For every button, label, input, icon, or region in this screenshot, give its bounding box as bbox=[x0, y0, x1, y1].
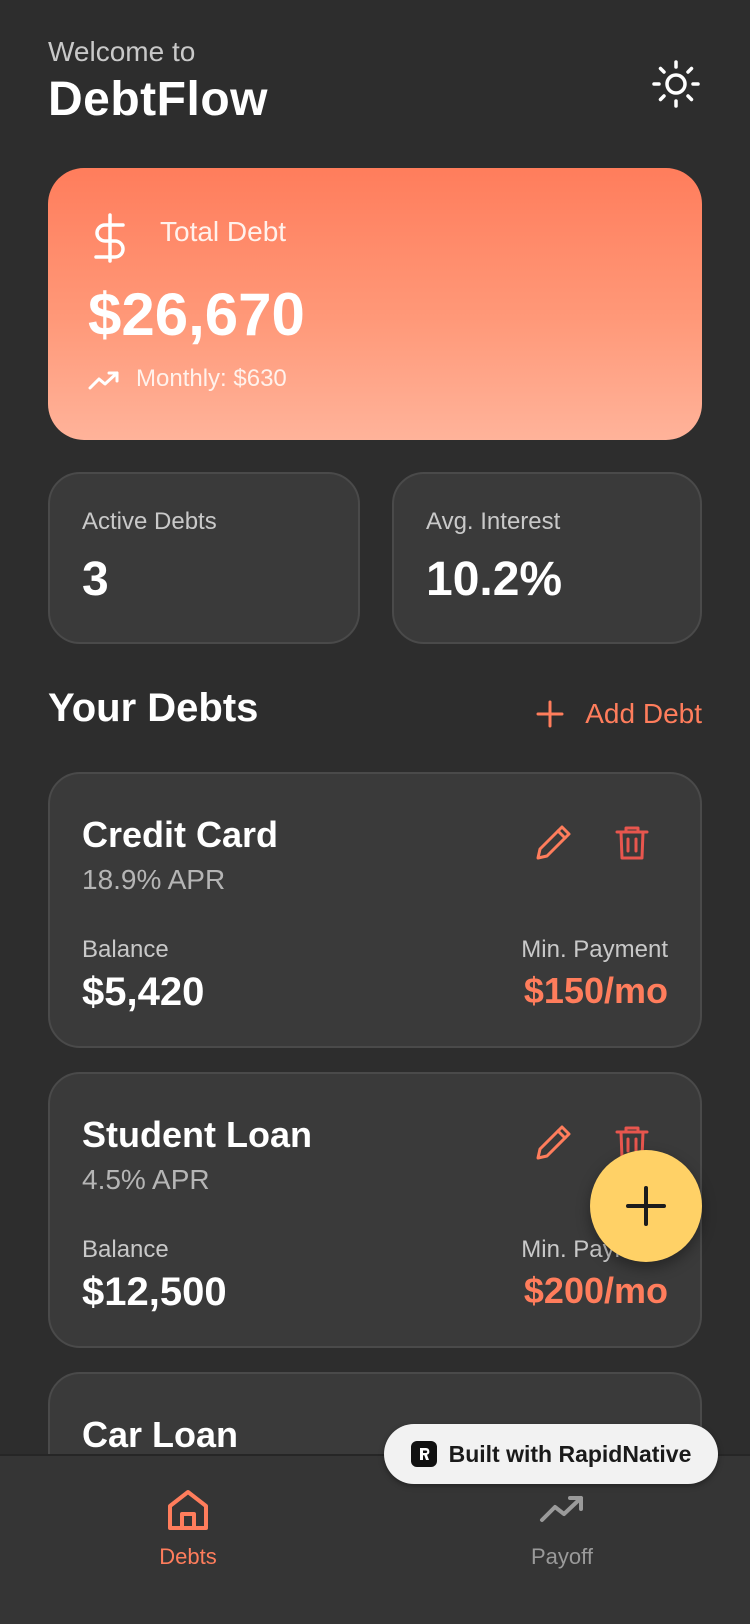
header: Welcome to DebtFlow bbox=[48, 34, 702, 134]
trash-icon bbox=[615, 826, 649, 860]
balance-label: Balance bbox=[82, 1236, 169, 1263]
plus-icon bbox=[536, 700, 564, 728]
debt-apr: 18.9% APR bbox=[82, 864, 226, 895]
debt-name: Car Loan bbox=[82, 1414, 239, 1455]
active-debts-label: Active Debts bbox=[82, 508, 217, 535]
total-debt-label: Total Debt bbox=[160, 216, 287, 247]
add-debt-label: Add Debt bbox=[585, 698, 702, 729]
tab-debts[interactable]: Debts bbox=[88, 1486, 288, 1570]
pencil-icon bbox=[536, 1125, 571, 1160]
balance-value: $12,500 bbox=[82, 1270, 227, 1314]
home-icon bbox=[168, 1490, 208, 1530]
debt-name: Credit Card bbox=[82, 814, 279, 855]
built-with-badge[interactable]: Built with RapidNative bbox=[384, 1424, 718, 1484]
dollar-icon bbox=[94, 213, 125, 263]
balance-value: $5,420 bbox=[82, 970, 205, 1014]
debt-card-credit-card[interactable]: Credit Card 18.9% APR Balance $5,420 Min… bbox=[48, 772, 702, 1048]
monthly-payment-text: Monthly: $630 bbox=[136, 365, 287, 392]
pencil-icon bbox=[536, 825, 571, 860]
your-debts-title: Your Debts bbox=[48, 686, 259, 730]
active-debts-card: Active Debts 3 bbox=[48, 472, 360, 644]
badge-text: Built with RapidNative bbox=[448, 1440, 692, 1467]
debt-name: Student Loan bbox=[82, 1114, 312, 1155]
avg-interest-value: 10.2% bbox=[426, 553, 563, 606]
min-payment-label: Min. Payment bbox=[521, 936, 668, 963]
min-payment-value: $200/mo bbox=[523, 1270, 668, 1311]
tab-debts-label: Debts bbox=[159, 1544, 217, 1569]
edit-debt-button[interactable] bbox=[534, 822, 574, 862]
app-title: DebtFlow bbox=[48, 73, 268, 126]
active-debts-value: 3 bbox=[82, 553, 109, 606]
sun-icon bbox=[652, 60, 700, 108]
welcome-text: Welcome to bbox=[48, 36, 196, 67]
balance-label: Balance bbox=[82, 936, 169, 963]
theme-toggle-button[interactable] bbox=[650, 58, 702, 110]
trending-up-icon bbox=[88, 371, 119, 390]
min-payment-value: $150/mo bbox=[523, 970, 668, 1011]
edit-debt-button[interactable] bbox=[534, 1122, 574, 1162]
total-debt-value: $26,670 bbox=[88, 281, 305, 348]
plus-icon bbox=[626, 1186, 666, 1226]
delete-debt-button[interactable] bbox=[612, 822, 652, 862]
rapidnative-logo-icon bbox=[410, 1441, 437, 1467]
trending-up-icon bbox=[540, 1496, 583, 1522]
add-debt-button[interactable]: Add Debt bbox=[535, 694, 702, 734]
avg-interest-card: Avg. Interest 10.2% bbox=[392, 472, 702, 644]
debt-apr: 4.5% APR bbox=[82, 1164, 210, 1195]
add-debt-fab[interactable] bbox=[590, 1150, 702, 1262]
tab-payoff[interactable]: Payoff bbox=[462, 1486, 662, 1570]
total-debt-card: Total Debt $26,670 Monthly: $630 bbox=[48, 168, 702, 440]
tab-payoff-label: Payoff bbox=[531, 1544, 593, 1569]
avg-interest-label: Avg. Interest bbox=[426, 508, 561, 535]
